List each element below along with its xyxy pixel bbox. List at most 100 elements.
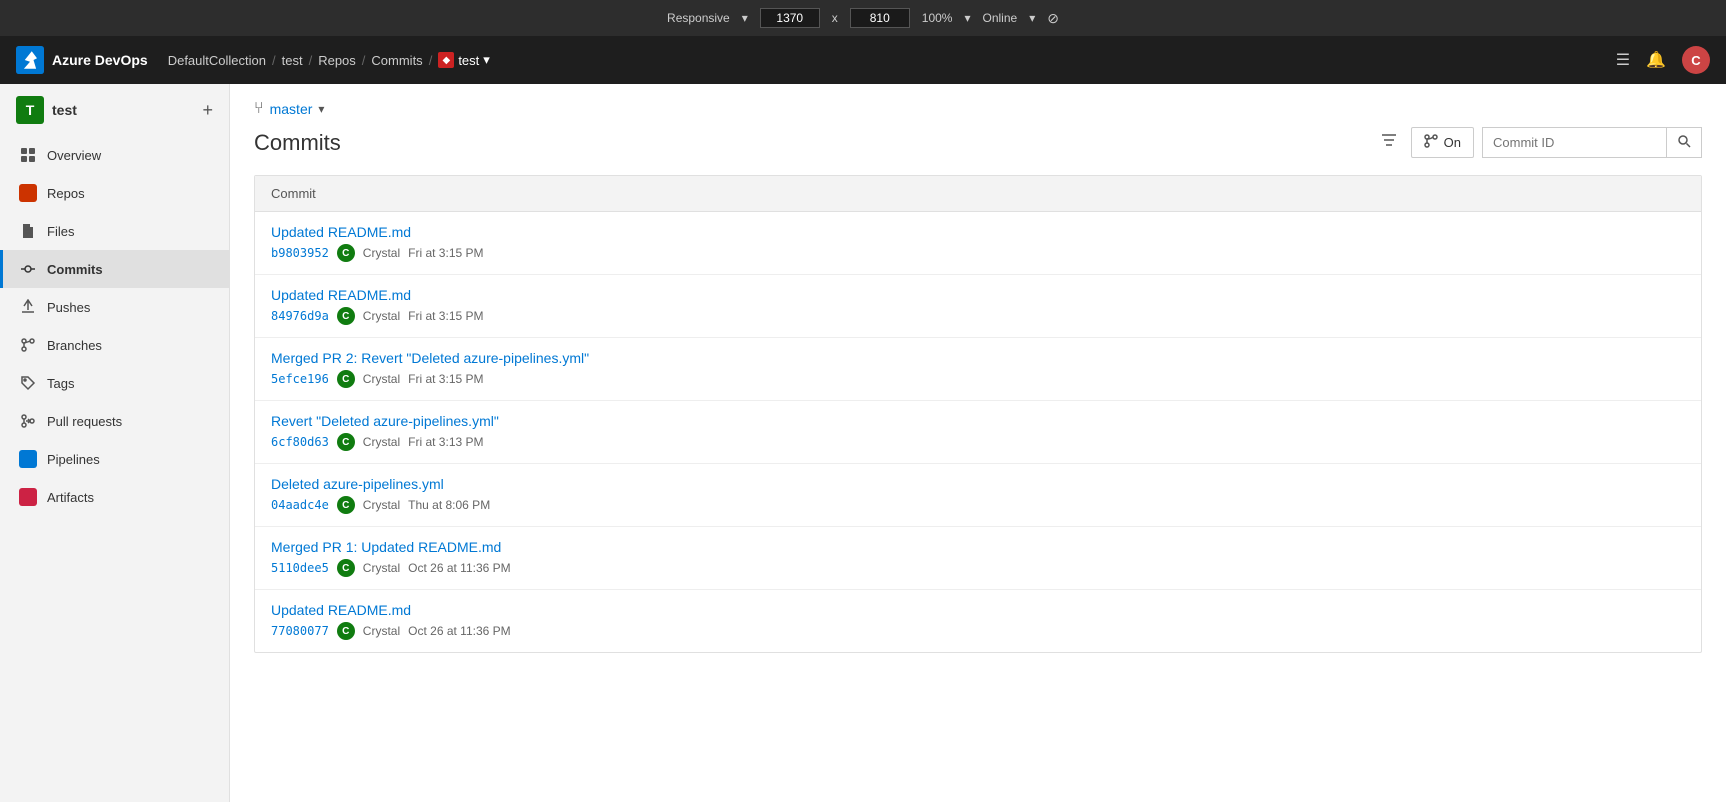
table-row: Merged PR 1: Updated README.md 5110dee5 … — [255, 527, 1701, 590]
top-nav: Azure DevOps DefaultCollection / test / … — [0, 36, 1726, 84]
project-name-area: T test — [16, 96, 77, 124]
on-button[interactable]: On — [1411, 127, 1474, 158]
browser-bar: Responsive ▾ x 100% ▾ Online ▾ ⊘ — [0, 0, 1726, 36]
branch-chevron-icon: ▾ — [318, 102, 324, 116]
commit-hash[interactable]: 77080077 — [271, 624, 329, 638]
height-input[interactable] — [850, 8, 910, 28]
page-header-area: ⑂ master ▾ Commits — [230, 84, 1726, 159]
commit-message[interactable]: Merged PR 1: Updated README.md — [271, 539, 1685, 555]
x-separator: x — [832, 11, 838, 25]
page-title-row: Commits — [254, 126, 1702, 159]
commit-message[interactable]: Updated README.md — [271, 287, 1685, 303]
commit-timestamp: Fri at 3:15 PM — [408, 309, 483, 323]
commit-message[interactable]: Merged PR 2: Revert "Deleted azure-pipel… — [271, 350, 1685, 366]
commit-author: Crystal — [363, 498, 400, 512]
commit-search-button[interactable] — [1666, 128, 1701, 157]
commit-message[interactable]: Revert "Deleted azure-pipelines.yml" — [271, 413, 1685, 429]
commit-author: Crystal — [363, 435, 400, 449]
sidebar-item-pullrequests[interactable]: Pull requests — [0, 402, 229, 440]
avatar: C — [337, 370, 355, 388]
commit-hash[interactable]: 5110dee5 — [271, 561, 329, 575]
bell-icon-button[interactable]: 🔔 — [1646, 50, 1666, 70]
artifacts-icon — [19, 488, 37, 506]
commit-author: Crystal — [363, 309, 400, 323]
dropdown-arrow: ▾ — [742, 11, 748, 25]
pullrequests-icon — [19, 412, 37, 430]
sidebar-item-commits[interactable]: Commits — [0, 250, 229, 288]
commit-meta: 04aadc4e C Crystal Thu at 8:06 PM — [271, 496, 1685, 514]
commit-hash[interactable]: b9803952 — [271, 246, 329, 260]
sidebar-label-commits: Commits — [47, 262, 103, 277]
sidebar-item-artifacts[interactable]: Artifacts — [0, 478, 229, 516]
commit-message[interactable]: Deleted azure-pipelines.yml — [271, 476, 1685, 492]
breadcrumb-sep-1: / — [272, 53, 276, 68]
sidebar-item-pipelines[interactable]: Pipelines — [0, 440, 229, 478]
commit-meta: b9803952 C Crystal Fri at 3:15 PM — [271, 244, 1685, 262]
breadcrumb-sep-4: / — [429, 53, 433, 68]
avatar: C — [337, 244, 355, 262]
commit-rows-container: Updated README.md b9803952 C Crystal Fri… — [255, 212, 1701, 652]
table-row: Revert "Deleted azure-pipelines.yml" 6cf… — [255, 401, 1701, 464]
commit-hash[interactable]: 5efce196 — [271, 372, 329, 386]
add-project-button[interactable]: + — [202, 101, 213, 119]
breadcrumb-sep-2: / — [309, 53, 313, 68]
table-row: Updated README.md b9803952 C Crystal Fri… — [255, 212, 1701, 275]
commit-message[interactable]: Updated README.md — [271, 602, 1685, 618]
commit-hash[interactable]: 04aadc4e — [271, 498, 329, 512]
commits-table-header: Commit — [255, 176, 1701, 212]
avatar: C — [337, 622, 355, 640]
branch-selector[interactable]: ⑂ master ▾ — [254, 100, 324, 118]
repo-icon: ◆ — [438, 52, 454, 68]
commit-column-header: Commit — [271, 186, 316, 201]
commit-id-input[interactable] — [1483, 129, 1666, 156]
breadcrumb-test[interactable]: test — [282, 53, 303, 68]
sidebar-item-repos[interactable]: Repos — [0, 174, 229, 212]
commit-author: Crystal — [363, 372, 400, 386]
app-logo[interactable]: Azure DevOps — [16, 46, 148, 74]
sidebar-label-pipelines: Pipelines — [47, 452, 100, 467]
commit-id-search — [1482, 127, 1702, 158]
commit-message[interactable]: Updated README.md — [271, 224, 1685, 240]
breadcrumb-repos[interactable]: Repos — [318, 53, 356, 68]
sidebar-item-tags[interactable]: Tags — [0, 364, 229, 402]
commit-author: Crystal — [363, 246, 400, 260]
width-input[interactable] — [760, 8, 820, 28]
sidebar-label-pullrequests: Pull requests — [47, 414, 122, 429]
responsive-label: Responsive — [667, 11, 730, 25]
commit-hash[interactable]: 6cf80d63 — [271, 435, 329, 449]
sidebar: T test + Overview — [0, 84, 230, 802]
content-area: ⑂ master ▾ Commits — [230, 84, 1726, 802]
breadcrumb-defaultcollection[interactable]: DefaultCollection — [168, 53, 266, 68]
commit-timestamp: Fri at 3:13 PM — [408, 435, 483, 449]
commit-author: Crystal — [363, 624, 400, 638]
status-arrow: ▾ — [1029, 11, 1035, 25]
main-layout: T test + Overview — [0, 84, 1726, 802]
files-icon — [19, 222, 37, 240]
commit-timestamp: Fri at 3:15 PM — [408, 372, 483, 386]
commit-timestamp: Fri at 3:15 PM — [408, 246, 483, 260]
sidebar-item-pushes[interactable]: Pushes — [0, 288, 229, 326]
breadcrumb-repo[interactable]: ◆ test ▾ — [438, 52, 490, 68]
commit-hash[interactable]: 84976d9a — [271, 309, 329, 323]
list-icon-button[interactable]: ☰ — [1616, 50, 1630, 70]
sidebar-item-overview[interactable]: Overview — [0, 136, 229, 174]
overview-icon — [19, 146, 37, 164]
user-avatar[interactable]: C — [1682, 46, 1710, 74]
filter-button[interactable] — [1375, 126, 1403, 159]
zoom-label: 100% — [922, 11, 953, 25]
pushes-icon — [19, 298, 37, 316]
sidebar-label-tags: Tags — [47, 376, 74, 391]
sidebar-item-files[interactable]: Files — [0, 212, 229, 250]
top-nav-actions: ☰ 🔔 C — [1616, 46, 1710, 74]
commits-table: Commit Updated README.md b9803952 C Crys… — [254, 175, 1702, 653]
breadcrumb-sep-3: / — [362, 53, 366, 68]
branch-merge-icon — [1424, 134, 1438, 151]
branch-name: master — [270, 101, 313, 117]
online-status: Online — [983, 11, 1018, 25]
on-label: On — [1444, 135, 1461, 150]
sidebar-item-branches[interactable]: Branches — [0, 326, 229, 364]
sidebar-label-overview: Overview — [47, 148, 101, 163]
breadcrumb: DefaultCollection / test / Repos / Commi… — [168, 52, 1616, 68]
breadcrumb-commits[interactable]: Commits — [371, 53, 422, 68]
commit-meta: 84976d9a C Crystal Fri at 3:15 PM — [271, 307, 1685, 325]
